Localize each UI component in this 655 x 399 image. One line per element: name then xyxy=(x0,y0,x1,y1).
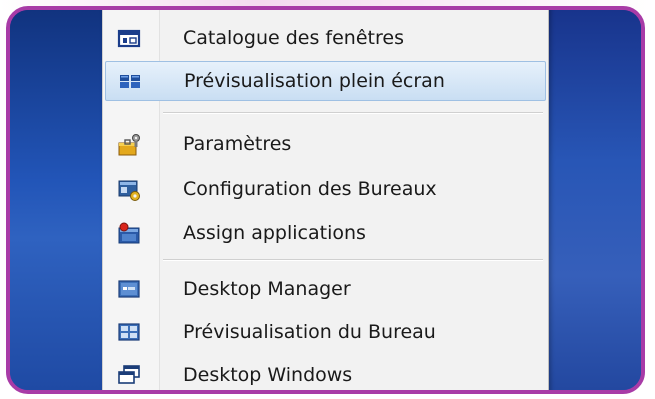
menu-separator xyxy=(163,112,543,114)
menu-item-settings[interactable]: Paramètres xyxy=(103,124,548,164)
menu-item-assign-apps[interactable]: Assign applications xyxy=(103,213,548,253)
menu-item-label: Assign applications xyxy=(183,222,366,244)
context-menu: Catalogue des fenêtres Prévisualisation … xyxy=(102,10,549,390)
desktop-preview-icon xyxy=(117,321,141,343)
desktop-config-icon xyxy=(117,178,141,201)
menu-item-desktop-manager[interactable]: Desktop Manager xyxy=(103,269,548,309)
menu-item-label: Desktop Windows xyxy=(183,364,353,386)
menu-item-desktop-preview[interactable]: Prévisualisation du Bureau xyxy=(103,312,548,352)
desktop-manager-icon xyxy=(117,278,141,300)
menu-item-desktop-config[interactable]: Configuration des Bureaux xyxy=(103,169,548,209)
menu-item-fullscreen-preview[interactable]: Prévisualisation plein écran xyxy=(105,61,546,101)
assign-apps-icon xyxy=(117,222,141,244)
menu-separator xyxy=(163,259,543,261)
desktop-windows-icon xyxy=(117,364,141,386)
desktop-background-left xyxy=(10,10,102,390)
fullscreen-preview-icon xyxy=(118,70,142,92)
screenshot-frame: Catalogue des fenêtres Prévisualisation … xyxy=(6,6,645,394)
window-catalog-icon xyxy=(117,27,141,49)
settings-toolbox-icon xyxy=(117,133,141,156)
menu-item-label: Paramètres xyxy=(183,133,292,155)
menu-item-label: Prévisualisation plein écran xyxy=(184,70,445,92)
menu-item-desktop-windows[interactable]: Desktop Windows xyxy=(103,355,548,390)
menu-item-label: Desktop Manager xyxy=(183,278,351,300)
menu-item-label: Catalogue des fenêtres xyxy=(183,27,404,49)
menu-item-label: Configuration des Bureaux xyxy=(183,178,437,200)
menu-item-window-catalog[interactable]: Catalogue des fenêtres xyxy=(103,18,548,58)
menu-item-label: Prévisualisation du Bureau xyxy=(183,321,436,343)
